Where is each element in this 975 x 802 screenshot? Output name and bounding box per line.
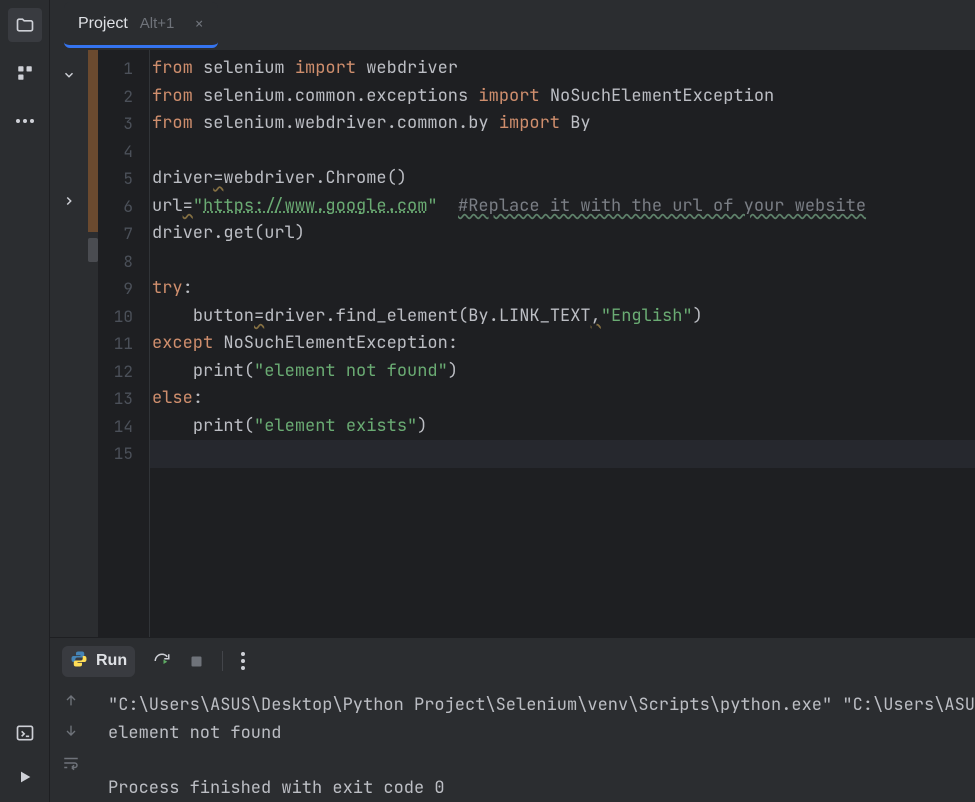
console-body: "C:\Users\ASUS\Desktop\Python Project\Se…: [50, 684, 975, 802]
minimap-thumb[interactable]: [88, 238, 98, 262]
run-header: Run: [50, 638, 975, 684]
code-line: from selenium import webdriver: [150, 55, 975, 83]
line-number: 3: [98, 110, 149, 138]
code-line: [150, 138, 975, 166]
line-number: 10: [98, 303, 149, 331]
line-number: 13: [98, 385, 149, 413]
soft-wrap-icon[interactable]: [62, 754, 80, 777]
main-column: Project Alt+1 × 1 2 3 4 5 6 7 8 9: [50, 0, 975, 802]
rerun-icon[interactable]: [153, 652, 171, 670]
minimap-marker: [88, 50, 98, 232]
line-number: 1: [98, 55, 149, 83]
console-gutter: [50, 684, 92, 802]
activity-bar: [0, 0, 50, 802]
arrow-up-icon[interactable]: [63, 692, 79, 713]
line-number: 7: [98, 220, 149, 248]
tab-shortcut: Alt+1: [140, 15, 175, 32]
code-line: url="https://www.google.com" #Replace it…: [150, 193, 975, 221]
line-number: 2: [98, 83, 149, 111]
code-line: except NoSuchElementException:: [150, 330, 975, 358]
code-line: [150, 440, 975, 468]
code-line: from selenium.common.exceptions import N…: [150, 83, 975, 111]
code-line: print("element not found"): [150, 358, 975, 386]
line-number: 6: [98, 193, 149, 221]
tool-window-tab-bar: Project Alt+1 ×: [50, 0, 975, 50]
run-tab[interactable]: Run: [62, 646, 135, 677]
code-line: button=driver.find_element(By.LINK_TEXT,…: [150, 303, 975, 331]
line-number: 9: [98, 275, 149, 303]
python-icon: [70, 650, 88, 673]
output-line: "C:\Users\ASUS\Desktop\Python Project\Se…: [108, 694, 975, 716]
code-line: else:: [150, 385, 975, 413]
console-output[interactable]: "C:\Users\ASUS\Desktop\Python Project\Se…: [92, 684, 975, 802]
line-number: 12: [98, 358, 149, 386]
run-tool-icon[interactable]: [8, 760, 42, 794]
project-tool-icon[interactable]: [8, 8, 42, 42]
project-tab[interactable]: Project Alt+1 ×: [64, 2, 218, 48]
code-line: driver=webdriver.Chrome(): [150, 165, 975, 193]
line-number: 14: [98, 413, 149, 441]
line-number-gutter: 1 2 3 4 5 6 7 8 9 10 11 12 13 14 15: [98, 50, 150, 637]
stop-icon[interactable]: [189, 654, 204, 669]
terminal-tool-icon[interactable]: [8, 716, 42, 750]
code-line: try:: [150, 275, 975, 303]
line-number: 11: [98, 330, 149, 358]
tab-title: Project: [78, 15, 128, 33]
divider: [222, 651, 223, 671]
more-tool-icon[interactable]: [8, 104, 42, 138]
line-number: 4: [98, 138, 149, 166]
code-editor[interactable]: from selenium import webdriver from sele…: [150, 50, 975, 637]
code-line: [150, 248, 975, 276]
chevron-right-icon[interactable]: [62, 192, 76, 213]
output-line: element not found: [108, 722, 281, 744]
code-line: driver.get(url): [150, 220, 975, 248]
structure-tool-icon[interactable]: [8, 56, 42, 90]
close-icon[interactable]: ×: [194, 13, 204, 34]
line-number: 5: [98, 165, 149, 193]
chevron-down-icon[interactable]: [62, 66, 76, 87]
editor-area: 1 2 3 4 5 6 7 8 9 10 11 12 13 14 15 from…: [50, 50, 975, 637]
output-line: Process finished with exit code 0: [108, 777, 445, 799]
editor-left-strip: [50, 50, 88, 637]
code-line: from selenium.webdriver.common.by import…: [150, 110, 975, 138]
run-tool-window: Run: [50, 637, 975, 802]
arrow-down-icon[interactable]: [63, 723, 79, 744]
line-number: 15: [98, 440, 149, 468]
minimap[interactable]: [88, 50, 98, 637]
line-number: 8: [98, 248, 149, 276]
run-title: Run: [96, 652, 127, 670]
code-line: print("element exists"): [150, 413, 975, 441]
more-options-icon[interactable]: [241, 652, 245, 670]
